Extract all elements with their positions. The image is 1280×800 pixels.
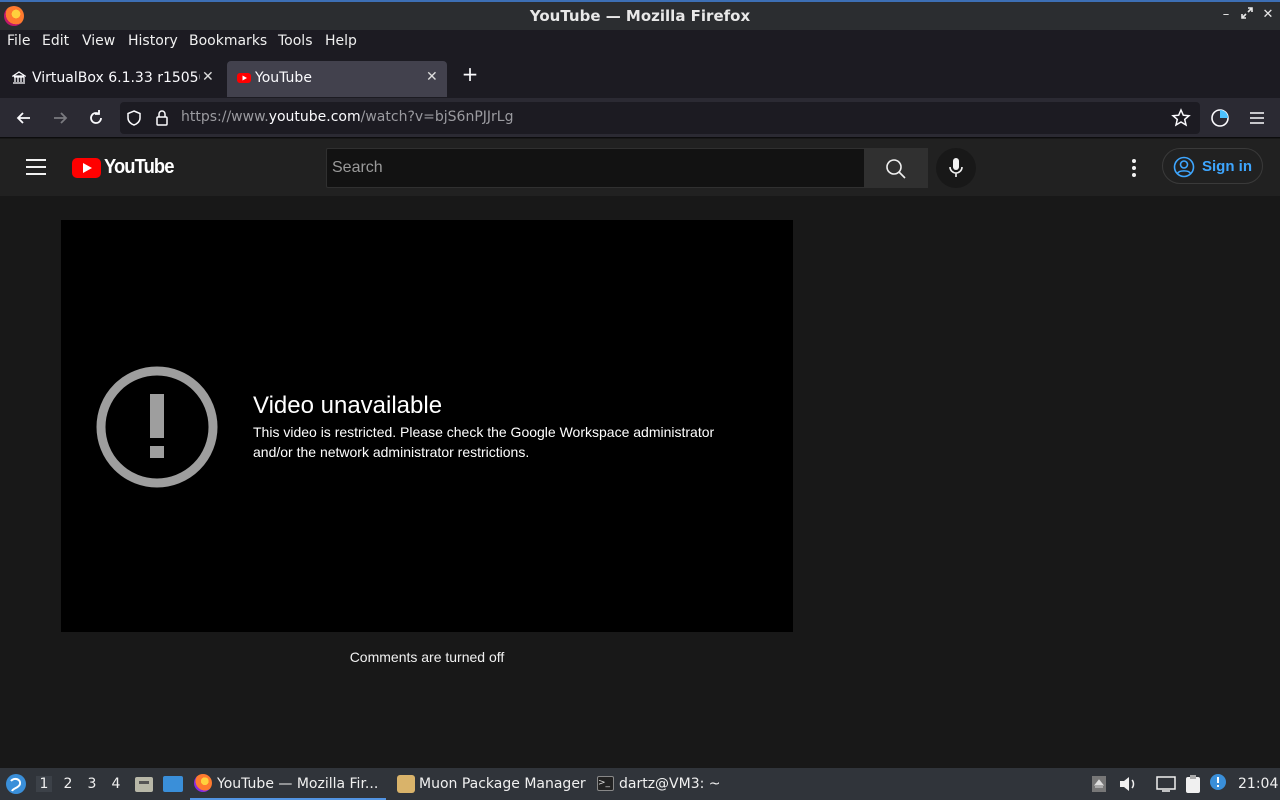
task-terminal[interactable]: >_ dartz@VM3: ~ [594,768,744,800]
firefox-task-icon [194,774,212,792]
clock: 21:04 [1238,776,1279,792]
notification-icon[interactable] [1209,773,1227,791]
eject-icon[interactable] [1091,775,1107,793]
error-title: Video unavailable [253,392,443,419]
terminal-icon: >_ [597,776,614,791]
window-title: YouTube — Mozilla Firefox [529,7,751,25]
close-window-icon[interactable]: ✕ [1261,7,1275,23]
tab-label: VirtualBox 6.1.33 r15050 [32,70,200,86]
forward-arrow-icon[interactable] [50,108,70,128]
package-manager-icon [397,775,415,793]
show-desktop-icon[interactable] [162,775,184,793]
voice-search-button[interactable] [936,148,976,188]
shield-icon[interactable] [126,110,142,126]
system-taskbar: 1 2 3 4 YouTube — Mozilla Fir... Muon Pa… [0,768,1280,800]
menu-tools[interactable]: Tools [278,33,313,49]
search-button[interactable] [864,148,928,188]
task-firefox[interactable]: YouTube — Mozilla Fir... [190,768,386,800]
workspace-3[interactable]: 3 [84,776,100,792]
search-input[interactable] [332,149,852,187]
new-tab-plus-icon[interactable]: + [460,62,480,86]
youtube-header: YouTube Sign in [0,139,1280,196]
error-exclamation-icon [96,366,218,488]
url-text[interactable]: https://www.youtube.com/watch?v=bjS6nPJJ… [181,109,513,125]
search-box [326,148,865,188]
reload-icon[interactable] [86,108,106,128]
task-label: YouTube — Mozilla Fir... [217,776,379,792]
menu-view[interactable]: View [82,33,115,49]
search-icon [886,159,906,179]
tab-virtualbox[interactable]: VirtualBox 6.1.33 r15050 ✕ [2,61,220,97]
youtube-logo-text: YouTube [104,156,174,178]
tab-strip: VirtualBox 6.1.33 r15050 ✕ YouTube ✕ [0,55,1280,98]
more-options-icon[interactable] [1124,156,1144,180]
url-path: /watch?v=bjS6nPJJrLg [360,109,514,125]
comments-status: Comments are turned off [349,649,505,665]
sign-in-button[interactable]: Sign in [1162,148,1263,184]
url-bar[interactable]: https://www.youtube.com/watch?v=bjS6nPJJ… [120,102,1200,134]
window-titlebar[interactable]: YouTube — Mozilla Firefox – ✕ [0,0,1280,30]
sign-in-label: Sign in [1202,158,1252,175]
firefox-window: YouTube — Mozilla Firefox – ✕ File Edit … [0,0,1280,800]
menu-help[interactable]: Help [325,33,357,49]
navigation-toolbar: https://www.youtube.com/watch?v=bjS6nPJJ… [0,98,1280,138]
close-tab-icon[interactable]: ✕ [426,69,438,85]
back-arrow-icon[interactable] [14,108,34,128]
task-label: dartz@VM3: ~ [619,776,721,792]
bookmark-star-icon[interactable] [1171,108,1191,128]
bank-icon [12,71,26,84]
file-manager-icon[interactable] [134,775,154,793]
start-menu-icon[interactable] [5,773,27,795]
menu-edit[interactable]: Edit [42,33,69,49]
error-message: This video is restricted. Please check t… [253,424,715,460]
youtube-play-icon [72,158,101,178]
network-icon[interactable] [1156,775,1176,793]
url-host: youtube.com [268,109,361,125]
volume-icon[interactable] [1118,775,1138,793]
account-circle-icon [1173,156,1195,178]
account-sync-icon[interactable] [1210,108,1230,128]
url-prefix: https://www. [181,109,269,125]
microphone-icon [949,158,963,177]
workspace-2[interactable]: 2 [60,776,76,792]
menu-bar: File Edit View History Bookmarks Tools H… [0,30,1280,55]
tab-label: YouTube [255,70,312,86]
menu-history[interactable]: History [128,33,178,49]
menu-bookmarks[interactable]: Bookmarks [189,33,267,49]
close-tab-icon[interactable]: ✕ [202,69,214,85]
guide-menu-icon[interactable] [26,159,46,175]
task-muon[interactable]: Muon Package Manager [393,768,589,800]
lock-icon[interactable] [155,109,169,127]
task-label: Muon Package Manager [419,776,586,792]
workspace-4[interactable]: 4 [108,776,124,792]
app-menu-icon[interactable] [1247,108,1267,128]
maximize-icon[interactable] [1240,7,1254,23]
menu-file[interactable]: File [7,33,30,49]
minimize-icon[interactable]: – [1219,7,1233,23]
youtube-favicon-icon [237,73,251,83]
clipboard-icon[interactable] [1183,774,1203,794]
workspace-1[interactable]: 1 [36,776,52,792]
tab-youtube[interactable]: YouTube ✕ [227,61,447,97]
